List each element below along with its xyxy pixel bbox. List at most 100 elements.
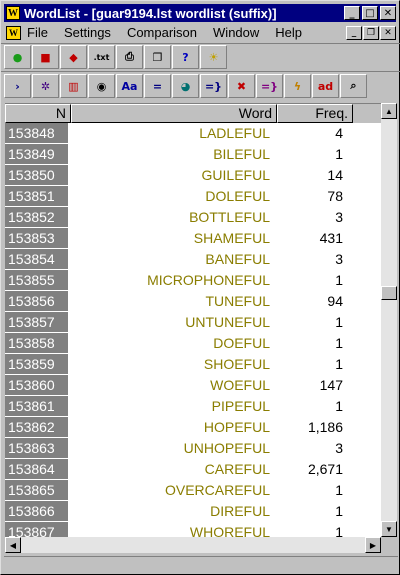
table-row[interactable]: 153848 LADLEFUL 4 — [5, 123, 381, 144]
row-number: 153867 — [5, 522, 68, 538]
row-word: BOTTLEFUL — [189, 209, 270, 225]
row-word: DOEFUL — [213, 335, 270, 351]
doc-minimize-button[interactable]: _ — [346, 25, 362, 40]
row-freq: 1 — [335, 482, 343, 498]
doc-restore-button[interactable]: ❐ — [363, 25, 379, 40]
scroll-down-button[interactable]: ▼ — [381, 521, 397, 537]
table-row[interactable]: 153856 TUNEFUL 94 — [5, 291, 381, 312]
table-row[interactable]: 153860 WOEFUL 147 — [5, 375, 381, 396]
table-row[interactable]: 153857 UNTUNEFUL 1 — [5, 312, 381, 333]
lightbulb-button[interactable]: ☀ — [200, 45, 227, 69]
font-button[interactable]: Aa — [116, 74, 143, 98]
font-icon: Aa — [121, 79, 138, 93]
header-freq[interactable]: Freq. — [277, 104, 353, 123]
zap-button[interactable]: ϟ — [284, 74, 311, 98]
join-button[interactable]: =} — [200, 74, 227, 98]
row-word: HOPEFUL — [203, 419, 270, 435]
eye-button[interactable]: ◉ — [88, 74, 115, 98]
status-bar — [4, 556, 398, 574]
txt-icon: .txt — [93, 52, 110, 62]
open-button[interactable]: ● — [4, 45, 31, 69]
title-bar[interactable]: W WordList - [guar9194.lst wordlist (suf… — [4, 4, 396, 22]
minimize-button[interactable]: _ — [344, 6, 360, 20]
columns-button[interactable]: ▥ — [60, 74, 87, 98]
vertical-scrollbar[interactable]: ▲ ▼ — [381, 103, 397, 537]
header-n[interactable]: N — [5, 104, 71, 123]
menu-file[interactable]: File — [27, 25, 48, 40]
copy-icon: ❐ — [152, 50, 163, 64]
doc-close-button[interactable]: ✕ — [380, 25, 396, 40]
join-arrow-button[interactable]: =} — [256, 74, 283, 98]
document-icon[interactable]: W — [6, 25, 21, 40]
table-row[interactable]: 153851 DOLEFUL 78 — [5, 186, 381, 207]
row-word: CAREFUL — [204, 461, 270, 477]
row-word: OVERCAREFUL — [164, 482, 270, 498]
table-row[interactable]: 153852 BOTTLEFUL 3 — [5, 207, 381, 228]
table-row[interactable]: 153862 HOPEFUL 1,186 — [5, 417, 381, 438]
menu-comparison[interactable]: Comparison — [127, 25, 197, 40]
table-row[interactable]: 153849 BILEFUL 1 — [5, 144, 381, 165]
print-file-button[interactable]: ◆ — [60, 45, 87, 69]
row-word: LADLEFUL — [199, 125, 270, 141]
row-freq: 3 — [335, 209, 343, 225]
close-button[interactable]: ✕ — [380, 6, 396, 20]
row-word: PIPEFUL — [211, 398, 270, 414]
row-number: 153850 — [5, 165, 68, 186]
arrow-right-icon: › — [15, 79, 20, 93]
copy-button[interactable]: ❐ — [144, 45, 171, 69]
row-freq: 1,186 — [307, 419, 343, 435]
table-row[interactable]: 153850 GUILEFUL 14 — [5, 165, 381, 186]
row-freq: 94 — [327, 293, 343, 309]
equals-button[interactable]: = — [144, 74, 171, 98]
arrow-right-icon: ▶ — [369, 540, 377, 550]
table-row[interactable]: 153858 DOEFUL 1 — [5, 333, 381, 354]
zoom-button[interactable]: ⌕ — [340, 74, 367, 98]
table-row[interactable]: 153866 DIREFUL 1 — [5, 501, 381, 522]
txt-button[interactable]: .txt — [88, 45, 115, 69]
main-toolbar: ● ■ ◆ .txt ⎙ ❐? ☀ — [4, 45, 228, 69]
row-number: 153856 — [5, 291, 68, 312]
row-word: UNHOPEFUL — [183, 440, 270, 456]
table-row[interactable]: 153865 OVERCAREFUL 1 — [5, 480, 381, 501]
horizontal-scrollbar[interactable]: ◀ ▶ — [5, 537, 381, 553]
row-number: 153857 — [5, 312, 68, 333]
printer-button[interactable]: ⎙ — [116, 45, 143, 69]
lightbulb-icon: ☀ — [208, 50, 219, 64]
table-row[interactable]: 153854 BANEFUL 3 — [5, 249, 381, 270]
table-row[interactable]: 153867 WHOREFUL 1 — [5, 522, 381, 538]
help-button[interactable]: ? — [172, 45, 199, 69]
scroll-left-button[interactable]: ◀ — [5, 537, 21, 553]
app-icon[interactable]: W — [6, 6, 20, 20]
table-row[interactable]: 153859 SHOEFUL 1 — [5, 354, 381, 375]
table-row[interactable]: 153853 SHAMEFUL 431 — [5, 228, 381, 249]
arrow-up-icon: ▲ — [385, 106, 393, 116]
gear-icon: ✲ — [40, 79, 51, 93]
globe-button[interactable]: ◕ — [172, 74, 199, 98]
table-row[interactable]: 153864 CAREFUL 2,671 — [5, 459, 381, 480]
maximize-icon: □ — [365, 7, 375, 19]
join-icon: =} — [204, 79, 223, 93]
arrow-right-button[interactable]: › — [4, 74, 31, 98]
scroll-up-button[interactable]: ▲ — [381, 103, 397, 119]
row-freq: 1 — [335, 314, 343, 330]
menu-window[interactable]: Window — [213, 25, 259, 40]
header-word[interactable]: Word — [71, 104, 277, 123]
table-row[interactable]: 153863 UNHOPEFUL 3 — [5, 438, 381, 459]
scroll-thumb[interactable] — [381, 285, 397, 300]
ad-button[interactable]: ad — [312, 74, 339, 98]
menu-settings[interactable]: Settings — [64, 25, 111, 40]
table-row[interactable]: 153861 PIPEFUL 1 — [5, 396, 381, 417]
rows: 153848 LADLEFUL 4 153849 BILEFUL 1 153850 GUILE… — [5, 123, 381, 538]
delete-button[interactable]: ✖ — [228, 74, 255, 98]
menu-help[interactable]: Help — [275, 25, 302, 40]
row-number: 153865 — [5, 480, 68, 501]
row-number: 153848 — [5, 123, 68, 144]
menu-bar: W File Settings Comparison Window Help _… — [4, 23, 396, 42]
save-button[interactable]: ■ — [32, 45, 59, 69]
table-row[interactable]: 153855 MICROPHONEFUL 1 — [5, 270, 381, 291]
maximize-button[interactable]: □ — [362, 6, 378, 20]
scroll-right-button[interactable]: ▶ — [365, 537, 381, 553]
row-freq: 78 — [327, 188, 343, 204]
gear-button[interactable]: ✲ — [32, 74, 59, 98]
row-number: 153854 — [5, 249, 68, 270]
